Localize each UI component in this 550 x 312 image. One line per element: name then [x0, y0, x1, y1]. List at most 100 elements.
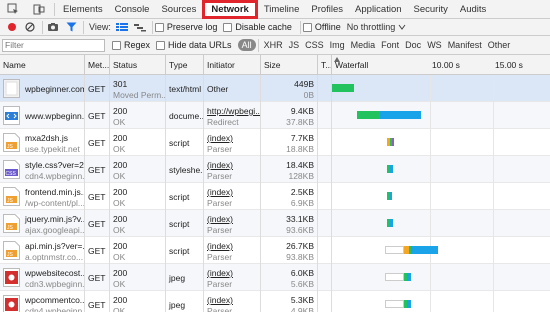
- filter-input[interactable]: [2, 38, 105, 52]
- large-rows-icon[interactable]: [114, 20, 130, 35]
- record-icon[interactable]: [4, 20, 20, 35]
- cell-time: [318, 156, 332, 183]
- transfer-size: 5.3KB: [290, 295, 314, 305]
- column-header-time[interactable]: T...: [318, 55, 332, 75]
- cell-method: GET: [85, 264, 110, 291]
- cell-waterfall: [332, 102, 550, 129]
- column-header-name[interactable]: Name: [0, 55, 85, 75]
- filter-type-media[interactable]: Media: [348, 40, 379, 50]
- request-type: jpeg: [169, 300, 186, 310]
- filter-type-xhr[interactable]: XHR: [261, 40, 286, 50]
- cell-size: 26.7KB 93.8KB: [261, 237, 318, 264]
- tab-security[interactable]: Security: [408, 0, 454, 19]
- throttling-select[interactable]: No throttling: [347, 22, 407, 32]
- initiator-link[interactable]: (index): [207, 214, 233, 224]
- request-row[interactable]: CSS style.css?ver=2... cdn4.wpbeginn... …: [0, 156, 550, 183]
- cell-initiator: Other: [204, 75, 261, 102]
- request-row[interactable]: JS frontend.min.js... /wp-content/pl... …: [0, 183, 550, 210]
- initiator-link[interactable]: (index): [207, 160, 233, 170]
- status-code: 200: [113, 268, 128, 278]
- cell-name: JS api.min.js?ver=... a.optnmstr.co...: [0, 237, 85, 264]
- cell-name: wpcommentco... cdn4.wpbeginn...: [0, 291, 85, 312]
- request-row[interactable]: wpwebsitecost... cdn3.wpbeginn... GET 20…: [0, 264, 550, 291]
- status-code: 200: [113, 133, 128, 143]
- tab-timeline[interactable]: Timeline: [258, 0, 306, 19]
- clear-icon[interactable]: [22, 20, 38, 35]
- request-row[interactable]: wpcommentco... cdn4.wpbeginn... GET 200 …: [0, 291, 550, 312]
- column-header-type[interactable]: Type: [166, 55, 204, 75]
- capture-screenshots-icon[interactable]: [45, 20, 61, 35]
- tab-sources[interactable]: Sources: [155, 0, 202, 19]
- initiator-link[interactable]: (index): [207, 268, 233, 278]
- waterfall-gridline: [430, 264, 431, 291]
- js-file-icon: JS: [3, 241, 20, 260]
- tab-network[interactable]: Network: [202, 0, 258, 19]
- overview-icon[interactable]: [132, 20, 148, 35]
- filter-type-js[interactable]: JS: [286, 40, 303, 50]
- initiator-link[interactable]: (index): [207, 187, 233, 197]
- content-size: 0B: [303, 90, 314, 100]
- column-header-initiator[interactable]: Initiator: [204, 55, 261, 75]
- cell-initiator: (index) Parser: [204, 210, 261, 237]
- filter-type-font[interactable]: Font: [378, 40, 402, 50]
- filter-type-css[interactable]: CSS: [302, 40, 327, 50]
- waterfall-gridline: [493, 291, 494, 312]
- filter-type-other[interactable]: Other: [485, 40, 514, 50]
- waterfall-gridline: [493, 183, 494, 210]
- js-file-icon: JS: [3, 187, 20, 206]
- tab-audits[interactable]: Audits: [454, 0, 492, 19]
- status-code: 200: [113, 160, 128, 170]
- initiator-kind: Parser: [207, 279, 233, 289]
- cell-method: GET: [85, 291, 110, 312]
- initiator-link[interactable]: (index): [207, 133, 233, 143]
- waterfall-gridline: [493, 156, 494, 183]
- cell-time: [318, 237, 332, 264]
- cell-name: JS jquery.min.js?v... ajax.googleapi...: [0, 210, 85, 237]
- initiator-link[interactable]: (index): [207, 295, 233, 305]
- initiator-link[interactable]: (index): [207, 241, 233, 251]
- device-toolbar-icon[interactable]: [26, 0, 52, 19]
- waterfall-gridline: [430, 75, 431, 102]
- tab-elements[interactable]: Elements: [57, 0, 109, 19]
- content-size: 93.8KB: [286, 252, 314, 262]
- column-header-waterfall[interactable]: Waterfall 10.00 s 15.00 s: [332, 55, 550, 75]
- offline-checkbox[interactable]: Offline: [302, 22, 341, 32]
- disable-cache-checkbox[interactable]: Disable cache: [223, 22, 292, 32]
- initiator-kind: Parser: [207, 198, 233, 208]
- regex-checkbox[interactable]: Regex: [112, 40, 150, 50]
- cell-method: GET: [85, 183, 110, 210]
- request-row[interactable]: JS mxa2dsh.js use.typekit.net GET 200 OK…: [0, 129, 550, 156]
- inspect-element-icon[interactable]: [0, 0, 26, 19]
- filter-type-img[interactable]: Img: [327, 40, 348, 50]
- transfer-size: 33.1KB: [286, 214, 314, 224]
- cell-initiator: (index) Parser: [204, 183, 261, 210]
- request-row[interactable]: www.wpbeginn... GET 200 OK docume... htt…: [0, 102, 550, 129]
- filter-icon[interactable]: [63, 20, 79, 35]
- column-header-method[interactable]: Met...: [85, 55, 110, 75]
- sort-up-icon: [334, 57, 340, 62]
- svg-text:JS: JS: [7, 225, 14, 231]
- tab-application[interactable]: Application: [349, 0, 407, 19]
- cell-size: 6.0KB 5.6KB: [261, 264, 318, 291]
- initiator-link[interactable]: http://wpbegi...: [207, 106, 260, 116]
- waterfall-gridline: [493, 237, 494, 264]
- request-domain: a.optnmstr.co...: [25, 252, 84, 262]
- waterfall-bar: [356, 111, 380, 119]
- column-header-size[interactable]: Size: [261, 55, 318, 75]
- request-row[interactable]: JS jquery.min.js?v... ajax.googleapi... …: [0, 210, 550, 237]
- filter-type-doc[interactable]: Doc: [402, 40, 424, 50]
- waterfall-gridline: [430, 183, 431, 210]
- cell-time: [318, 129, 332, 156]
- cell-time: [318, 102, 332, 129]
- hide-data-urls-checkbox[interactable]: Hide data URLs: [156, 40, 232, 50]
- request-row[interactable]: JS api.min.js?ver=... a.optnmstr.co... G…: [0, 237, 550, 264]
- column-header-status[interactable]: Status: [110, 55, 166, 75]
- filter-type-all[interactable]: All: [237, 39, 256, 51]
- request-row[interactable]: wpbeginner.com GET 301 Moved Perm... tex…: [0, 75, 550, 102]
- tab-profiles[interactable]: Profiles: [305, 0, 349, 19]
- filter-type-manifest[interactable]: Manifest: [445, 40, 485, 50]
- tab-console[interactable]: Console: [109, 0, 156, 19]
- filter-type-ws[interactable]: WS: [424, 40, 445, 50]
- preserve-log-checkbox[interactable]: Preserve log: [154, 22, 217, 32]
- content-size: 128KB: [288, 171, 314, 181]
